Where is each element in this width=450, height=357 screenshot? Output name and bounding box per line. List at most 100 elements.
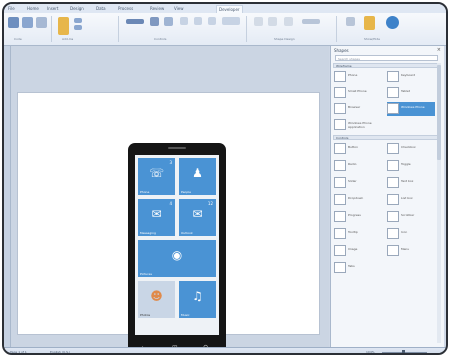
shape-thumbnail	[334, 160, 346, 171]
search-shapes-input[interactable]: Search shapes	[335, 55, 438, 61]
shape-label: Slider	[348, 179, 357, 183]
button-control-icon[interactable]	[126, 19, 144, 24]
scrollbar-thumb[interactable]	[437, 65, 441, 160]
shape-thumbnail	[387, 103, 399, 114]
tab-data[interactable]: Data	[96, 5, 106, 12]
help-icon[interactable]	[386, 16, 399, 29]
checkbox-control-icon[interactable]	[150, 17, 159, 26]
shape-label: Browser	[348, 105, 361, 109]
shape-thumbnail	[334, 194, 346, 205]
visio-window: File Home Insert Design Data Process Rev…	[2, 2, 448, 355]
shape-item[interactable]: Menu	[387, 244, 435, 258]
tab-view[interactable]: View	[174, 5, 184, 12]
shape-item[interactable]: Text box	[387, 176, 435, 190]
phone-icon: ☏	[148, 165, 165, 180]
tab-home[interactable]: Home	[27, 5, 39, 12]
shape-item[interactable]: Progress	[334, 210, 382, 224]
page-indicator[interactable]: Page 1 of 1	[10, 350, 27, 353]
operations-icon[interactable]	[222, 17, 240, 25]
shape-label: Icon	[401, 230, 408, 234]
shape-thumbnail	[334, 143, 346, 154]
position-icon[interactable]	[194, 17, 202, 25]
group-label-shape-design: Shape Design	[274, 37, 295, 41]
tile-photos[interactable]: ☻ Photos	[138, 281, 175, 318]
shape-item[interactable]: Scrollbar	[387, 210, 435, 224]
collapsed-side-panel[interactable]	[4, 46, 11, 347]
tab-developer[interactable]: Developer	[216, 5, 243, 13]
shape-item[interactable]: Button	[334, 142, 382, 156]
tile-label: Messaging	[140, 231, 156, 235]
shape-item[interactable]: Small Phone	[334, 86, 382, 100]
tile-label: Pictures	[140, 272, 152, 276]
tab-process[interactable]: Process	[118, 5, 133, 12]
shape-item[interactable]: Icon	[387, 227, 435, 241]
document-stencil-icon[interactable]	[346, 17, 355, 26]
tab-design[interactable]: Design	[70, 5, 84, 12]
protection-icon[interactable]	[284, 17, 293, 26]
macros-icon[interactable]	[22, 17, 33, 28]
shape-item[interactable]: Dropdown	[334, 193, 382, 207]
shape-item[interactable]: List box	[387, 193, 435, 207]
shape-item[interactable]: Image	[334, 244, 382, 258]
zoom-slider-thumb[interactable]	[402, 350, 405, 353]
drawing-explorer-icon[interactable]	[364, 16, 375, 30]
shape-item-selected[interactable]: Windows Phone	[387, 102, 435, 116]
tile-phone[interactable]: ☏ 3 Phone	[138, 158, 175, 195]
design-mode-icon[interactable]	[58, 17, 69, 35]
ribbon: Code Add-Ins Controls Shape Design Show/…	[4, 13, 446, 46]
shape-label: Tooltip	[348, 230, 358, 234]
drawing-canvas[interactable]: ☏ 3 Phone ♟ People ✉ 4 Messaging ✉ 12 Ou…	[11, 46, 329, 353]
shapes-pane-scrollbar[interactable]	[437, 63, 441, 343]
tile-count: 3	[169, 160, 172, 165]
status-bar: Page 1 of 1 English (U.S.) 104%	[4, 347, 446, 353]
tile-messaging[interactable]: ✉ 4 Messaging	[138, 199, 175, 236]
close-icon[interactable]: ×	[437, 47, 441, 53]
tile-label: Music	[181, 313, 190, 317]
shape-label: Windows Phone	[401, 105, 425, 109]
group-separator	[246, 16, 247, 42]
view-code-icon[interactable]	[74, 25, 82, 30]
tile-mail[interactable]: ✉ 12 Outlook	[179, 199, 216, 236]
stencil-header-wireframe[interactable]: Wireframe	[333, 63, 438, 68]
shape-item[interactable]: Browser	[334, 102, 382, 116]
shape-item[interactable]: Radio	[334, 159, 382, 173]
tile-music[interactable]: ♫ Music	[179, 281, 216, 318]
list-control-icon[interactable]	[164, 17, 173, 26]
shapesheet-icon[interactable]	[302, 19, 320, 24]
behavior-icon[interactable]	[268, 17, 277, 26]
tab-insert[interactable]: Insert	[47, 5, 58, 12]
tab-file[interactable]: File	[8, 5, 15, 12]
shape-item[interactable]: Tablet	[387, 86, 435, 100]
phone-screen: ☏ 3 Phone ♟ People ✉ 4 Messaging ✉ 12 Ou…	[135, 155, 219, 335]
align-icon[interactable]	[180, 17, 188, 25]
shapes-pane: Shapes × Search shapes Wireframe Phone K…	[330, 46, 444, 347]
shape-thumbnail	[334, 177, 346, 188]
shape-item[interactable]: Phone	[334, 70, 382, 84]
tile-people[interactable]: ♟ People	[179, 158, 216, 195]
shape-item[interactable]: Windows Phone Application	[334, 118, 382, 132]
shape-label: Small Phone	[348, 89, 367, 93]
shape-item[interactable]: Checkbox	[387, 142, 435, 156]
drawing-page[interactable]: ☏ 3 Phone ♟ People ✉ 4 Messaging ✉ 12 Ou…	[17, 92, 320, 353]
tile-camera[interactable]: ◉ Pictures	[138, 240, 216, 277]
shape-thumbnail	[334, 103, 346, 114]
shape-item[interactable]: Slider	[334, 176, 382, 190]
shape-name-icon[interactable]	[254, 17, 263, 26]
group-label-show-hide: Show/Hide	[364, 37, 380, 41]
shape-thumbnail	[387, 143, 399, 154]
photo-icon: ☻	[150, 288, 163, 303]
group-label-code: Code	[14, 37, 22, 41]
group-icon[interactable]	[208, 17, 216, 25]
visual-basic-icon[interactable]	[8, 17, 19, 28]
stencil-header-controls[interactable]: Controls	[333, 135, 438, 140]
zoom-level[interactable]: 104%	[366, 350, 375, 353]
shape-item[interactable]: Tooltip	[334, 227, 382, 241]
shape-item[interactable]: Keyboard	[387, 70, 435, 84]
shape-thumbnail	[387, 211, 399, 222]
windows-phone-shape[interactable]: ☏ 3 Phone ♟ People ✉ 4 Messaging ✉ 12 Ou…	[128, 143, 226, 353]
tab-review[interactable]: Review	[150, 5, 164, 12]
properties-icon[interactable]	[74, 18, 82, 23]
shape-item[interactable]: Tabs	[334, 261, 382, 275]
add-ins-icon[interactable]	[36, 17, 47, 28]
shape-item[interactable]: Toggle	[387, 159, 435, 173]
